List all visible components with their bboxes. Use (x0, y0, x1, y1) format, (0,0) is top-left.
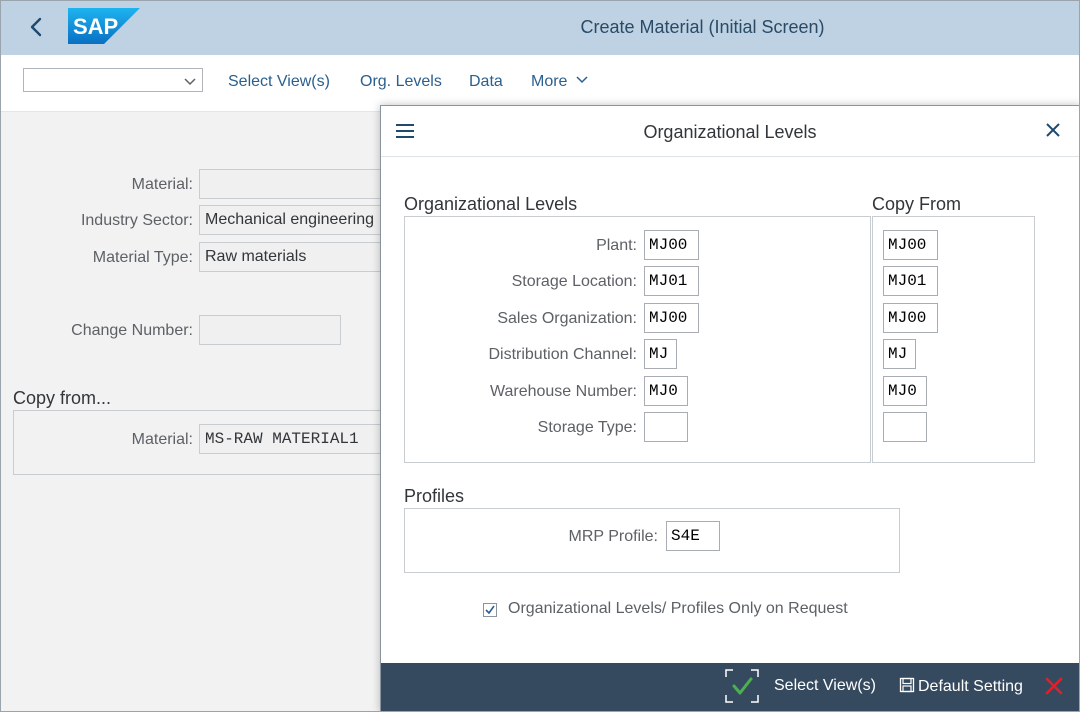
default-setting-button[interactable]: Default Setting (899, 677, 1023, 696)
app-frame: SAP Create Material (Initial Screen) Sel… (0, 0, 1080, 712)
copy-from-heading: Copy from... (13, 388, 112, 408)
checkmark-icon (485, 605, 495, 615)
org-levels-on-request-label: Organizational Levels/ Profiles Only on … (508, 600, 848, 617)
industry-sector-label: Industry Sector: (80, 212, 193, 229)
variant-select[interactable] (23, 68, 203, 92)
org-levels-button[interactable]: Org. Levels (360, 73, 442, 91)
org-levels-heading: Organizational Levels (404, 194, 578, 214)
copy-material-field[interactable]: MS-RAW MATERIAL1 (199, 424, 389, 454)
dialog-title: Organizational Levels (643, 122, 817, 142)
org-levels-box (404, 216, 871, 463)
data-button[interactable]: Data (469, 73, 503, 91)
default-setting-label: Default Setting (918, 678, 1023, 695)
copy-storage-location-field[interactable]: MJ01 (883, 266, 938, 296)
plant-label: Plant: (596, 237, 637, 254)
copy-plant-field[interactable]: MJ00 (883, 230, 938, 260)
storage-location-label: Storage Location: (511, 273, 637, 290)
material-type-label: Material Type: (92, 249, 193, 266)
toolbar: Select View(s) Org. Levels Data More (1, 55, 1079, 112)
copy-warehouse-number-field[interactable]: MJ0 (883, 376, 927, 406)
cancel-button[interactable] (1045, 677, 1063, 695)
sales-organization-field[interactable]: MJ00 (644, 303, 699, 333)
more-label: More (531, 73, 568, 90)
org-levels-dialog: Organizational Levels Organizational Lev… (380, 105, 1079, 711)
page-title: Create Material (Initial Screen) (580, 17, 825, 37)
dialog-footer: Select View(s) Default Setting (381, 663, 1079, 711)
org-levels-on-request-checkbox[interactable] (483, 603, 497, 617)
select-views-button[interactable]: Select View(s) (228, 73, 330, 91)
copy-material-label: Material: (131, 431, 193, 448)
mrp-profile-field[interactable]: S4E (666, 521, 720, 551)
save-icon (899, 677, 915, 693)
sales-organization-label: Sales Organization: (497, 310, 637, 327)
more-button[interactable]: More (531, 73, 588, 91)
chevron-down-icon (576, 76, 588, 84)
chevron-down-icon (184, 78, 196, 86)
checkmark-icon (725, 669, 759, 703)
copy-storage-type-field[interactable] (883, 412, 927, 442)
storage-location-field[interactable]: MJ01 (644, 266, 699, 296)
shell-header: SAP Create Material (Initial Screen) (1, 1, 1079, 55)
warehouse-number-label: Warehouse Number: (489, 383, 637, 400)
dialog-header: Organizational Levels (381, 106, 1079, 157)
plant-field[interactable]: MJ00 (644, 230, 699, 260)
mrp-profile-label: MRP Profile: (568, 528, 658, 545)
copy-distribution-channel-field[interactable]: MJ (883, 339, 916, 369)
footer-select-views-button[interactable]: Select View(s) (774, 677, 876, 695)
change-number-label: Change Number: (71, 322, 193, 339)
cancel-icon (1045, 677, 1063, 695)
storage-type-field[interactable] (644, 412, 688, 442)
close-button[interactable] (1045, 122, 1061, 138)
warehouse-number-field[interactable]: MJ0 (644, 376, 688, 406)
material-label: Material: (131, 176, 193, 193)
distribution-channel-field[interactable]: MJ (644, 339, 677, 369)
profiles-heading: Profiles (404, 486, 465, 506)
industry-sector-field[interactable]: Mechanical engineering (199, 205, 389, 235)
change-number-field[interactable] (199, 315, 341, 345)
storage-type-label: Storage Type: (537, 419, 637, 436)
copy-sales-organization-field[interactable]: MJ00 (883, 303, 938, 333)
close-icon (1046, 123, 1060, 137)
confirm-button[interactable] (725, 669, 759, 703)
material-type-field[interactable]: Raw materials (199, 242, 389, 272)
copy-from-column-heading: Copy From (872, 194, 962, 214)
distribution-channel-label: Distribution Channel: (488, 346, 637, 363)
material-field[interactable] (199, 169, 389, 199)
